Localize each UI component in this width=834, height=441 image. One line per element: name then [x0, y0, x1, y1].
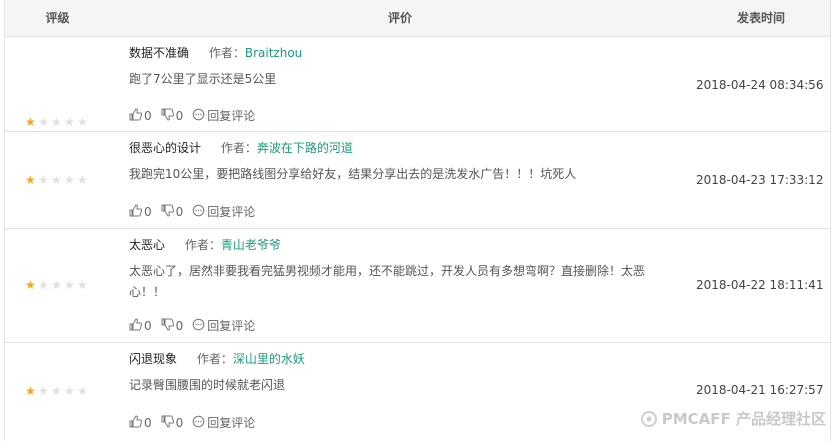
- review-title: 闪退现象: [129, 352, 178, 366]
- star-icon: ★: [25, 278, 36, 292]
- rating-stars: ★ ★ ★ ★ ★: [25, 174, 89, 186]
- star-icon: ★: [51, 278, 62, 292]
- thumb-up-icon: [129, 317, 144, 335]
- thumb-down-icon: [161, 204, 176, 221]
- like-count: 0: [144, 416, 152, 430]
- review-actions: 0 0 回复评论: [129, 203, 264, 221]
- dislike-count: 0: [175, 109, 184, 123]
- star-icon: ★: [51, 384, 62, 398]
- star-icon: ★: [64, 384, 75, 398]
- star-icon: ★: [64, 115, 75, 129]
- rating-stars: ★ ★ ★ ★ ★: [25, 385, 89, 397]
- review-title: 很恶心的设计: [129, 141, 202, 155]
- dislike-button[interactable]: 0: [161, 415, 184, 432]
- reply-label: 回复评论: [207, 205, 256, 219]
- star-icon: ★: [38, 173, 49, 187]
- reviews-table: 评级 评价 发表时间 ★ ★ ★ ★ ★ 数据不准确 作者：Braitzhou 跑了7公…: [4, 0, 831, 441]
- reply-button[interactable]: 回复评论: [192, 415, 255, 432]
- review-author-link[interactable]: 奔波在下路的河道: [257, 141, 353, 155]
- table-row: ★ ★ ★ ★ ★ 太恶心 作者：青山老爷爷 太恶心了，居然非要我看完猛男视频才能用，还…: [5, 229, 830, 343]
- watermark-text: PMCAFF 产品经理社区: [661, 410, 826, 428]
- table-row: ★ ★ ★ ★ ★ 很恶心的设计 作者：奔波在下路的河道 我跑完10公里，要把路线图分享…: [5, 132, 830, 229]
- header-time: 发表时间: [736, 11, 785, 25]
- review-time: 2018-04-21 16:27:57: [696, 383, 824, 397]
- rating-stars: ★ ★ ★ ★ ★: [25, 279, 89, 291]
- star-icon: ★: [51, 115, 62, 129]
- thumb-up-icon: [129, 203, 144, 221]
- review-title: 太恶心: [129, 238, 166, 252]
- star-icon: ★: [64, 173, 75, 187]
- reply-label: 回复评论: [207, 416, 256, 430]
- thumb-up-icon: [129, 414, 144, 432]
- dislike-count: 0: [175, 319, 184, 333]
- star-icon: ★: [77, 384, 88, 398]
- review-title-line: 太恶心 作者：青山老爷爷: [129, 237, 281, 253]
- author-label: 作者：: [220, 141, 257, 155]
- reply-button[interactable]: 回复评论: [192, 204, 255, 221]
- dislike-button[interactable]: 0: [161, 108, 184, 125]
- review-time: 2018-04-22 18:11:41: [696, 278, 824, 292]
- review-actions: 0 0 回复评论: [129, 317, 264, 335]
- reply-button[interactable]: 回复评论: [192, 318, 255, 335]
- like-button[interactable]: 0: [129, 107, 152, 125]
- dislike-button[interactable]: 0: [161, 204, 184, 221]
- review-title-line: 很恶心的设计 作者：奔波在下路的河道: [129, 140, 353, 156]
- star-icon: ★: [64, 278, 75, 292]
- star-icon: ★: [77, 173, 88, 187]
- review-author-link[interactable]: 青山老爷爷: [221, 238, 281, 252]
- star-icon: ★: [25, 115, 36, 129]
- star-icon: ★: [25, 173, 36, 187]
- header-rating: 评级: [45, 11, 70, 25]
- author-label: 作者：: [184, 238, 221, 252]
- star-icon: ★: [25, 384, 36, 398]
- star-icon: ★: [38, 278, 49, 292]
- thumb-up-icon: [129, 107, 144, 125]
- review-time: 2018-04-24 08:34:56: [696, 78, 824, 92]
- review-author-link[interactable]: Braitzhou: [245, 46, 302, 60]
- star-icon: ★: [77, 278, 88, 292]
- star-icon: ★: [38, 384, 49, 398]
- review-content: 我跑完10公里，要把路线图分享给好友，结果分享出去的是洗发水广告！！！坑死人: [129, 167, 577, 181]
- reply-button[interactable]: 回复评论: [192, 108, 255, 125]
- review-content: 记录臀围腰围的时候就老闪退: [129, 378, 286, 392]
- review-author-link[interactable]: 深山里的水妖: [233, 352, 305, 366]
- table-header: 评级 评价 发表时间: [5, 0, 830, 37]
- review-actions: 0 0 回复评论: [129, 414, 264, 432]
- reply-label: 回复评论: [207, 109, 256, 123]
- review-title-line: 闪退现象 作者：深山里的水妖: [129, 351, 305, 367]
- header-review: 评价: [387, 11, 412, 25]
- dislike-button[interactable]: 0: [161, 318, 184, 335]
- reply-label: 回复评论: [207, 319, 256, 333]
- thumb-down-icon: [161, 108, 176, 125]
- review-actions: 0 0 回复评论: [129, 107, 264, 125]
- review-content: 太恶心了，居然非要我看完猛男视频才能用，还不能跳过，开发人员有多想弯啊？直接删除…: [129, 264, 646, 299]
- like-button[interactable]: 0: [129, 414, 152, 432]
- comment-icon: [192, 108, 207, 125]
- like-count: 0: [144, 319, 152, 333]
- dislike-count: 0: [175, 416, 184, 430]
- comment-icon: [192, 415, 207, 432]
- review-time: 2018-04-23 17:33:12: [696, 173, 824, 187]
- pmcaff-logo-icon: [640, 410, 657, 427]
- watermark: PMCAFF 产品经理社区: [640, 408, 826, 429]
- review-title: 数据不准确: [129, 46, 190, 60]
- comment-icon: [192, 318, 207, 335]
- dislike-count: 0: [175, 205, 184, 219]
- comment-icon: [192, 204, 207, 221]
- review-content: 跑了7公里了显示还是5公里: [129, 72, 277, 86]
- like-count: 0: [144, 109, 152, 123]
- like-count: 0: [144, 205, 152, 219]
- star-icon: ★: [38, 115, 49, 129]
- author-label: 作者：: [196, 352, 233, 366]
- like-button[interactable]: 0: [129, 203, 152, 221]
- table-row: ★ ★ ★ ★ ★ 数据不准确 作者：Braitzhou 跑了7公里了显示还是5公里 0…: [5, 37, 830, 132]
- review-title-line: 数据不准确 作者：Braitzhou: [129, 45, 302, 61]
- star-icon: ★: [51, 173, 62, 187]
- star-icon: ★: [77, 115, 88, 129]
- thumb-down-icon: [161, 415, 176, 432]
- author-label: 作者：: [208, 46, 245, 60]
- rating-stars: ★ ★ ★ ★ ★: [25, 116, 89, 128]
- thumb-down-icon: [161, 318, 176, 335]
- like-button[interactable]: 0: [129, 317, 152, 335]
